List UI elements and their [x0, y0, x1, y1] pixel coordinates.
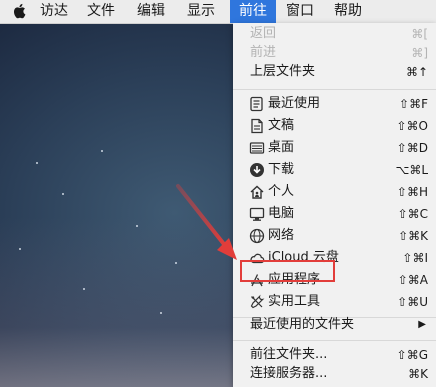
annotation-arrow-icon — [176, 184, 237, 260]
